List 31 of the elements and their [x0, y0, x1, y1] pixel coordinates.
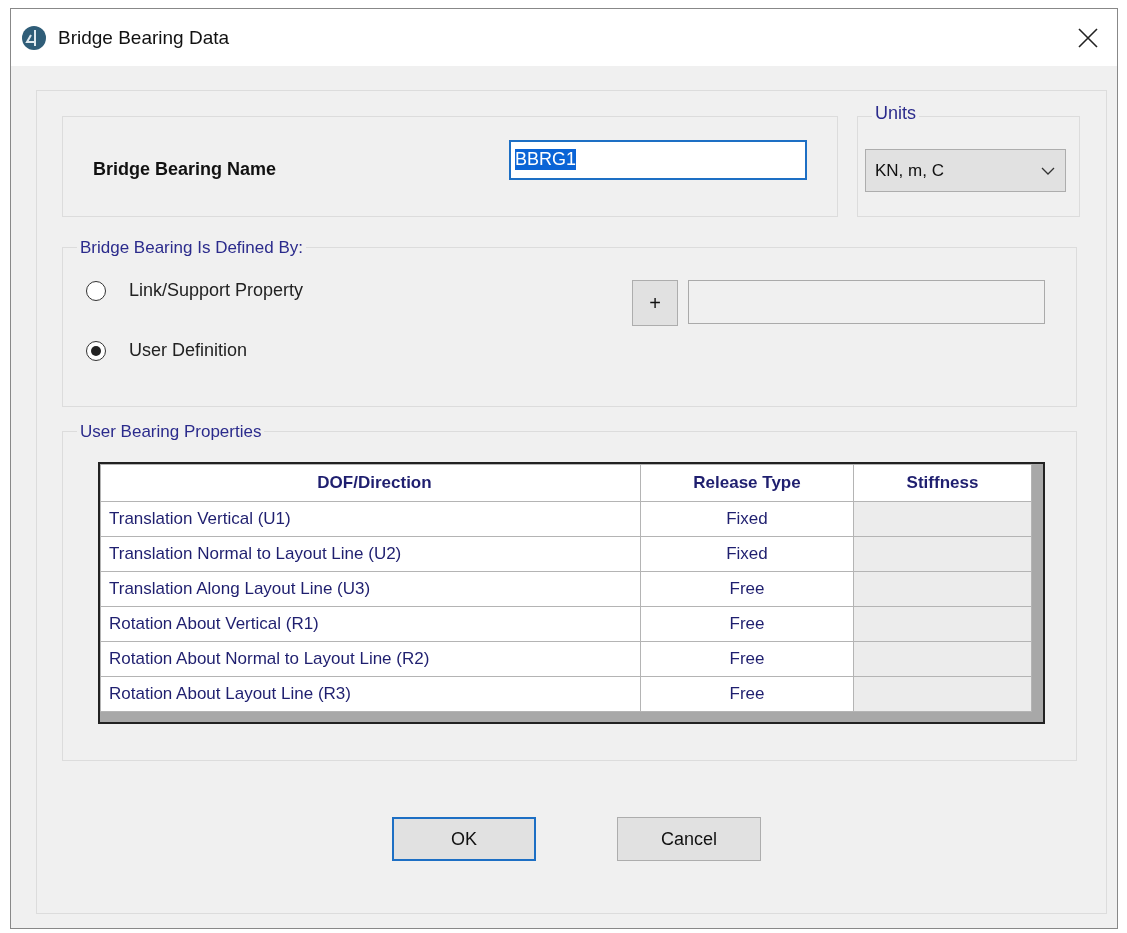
table-cell: Rotation About Layout Line (R3) [100, 676, 641, 712]
radio-label[interactable]: Link/Support Property [129, 280, 304, 301]
table-cell: Free [640, 641, 854, 677]
group-legend: User Bearing Properties [77, 422, 265, 442]
group-legend: Bridge Bearing Is Defined By: [77, 238, 306, 258]
table-cell: Fixed [640, 536, 854, 572]
chevron-down-icon [1041, 166, 1055, 175]
column-header: Release Type [640, 464, 854, 502]
table-cell: Free [640, 606, 854, 642]
dialog-button[interactable]: Cancel [617, 817, 761, 861]
add-button[interactable]: + [632, 280, 678, 326]
app-logo-icon [21, 24, 47, 51]
table-cell: Translation Along Layout Line (U3) [100, 571, 641, 607]
table-cell: Rotation About Normal to Layout Line (R2) [100, 641, 641, 677]
column-header: DOF/Direction [100, 464, 641, 502]
table-cell: Rotation About Vertical (R1) [100, 606, 641, 642]
window-title: Bridge Bearing Data [58, 26, 231, 49]
name-input-field[interactable]: BBRG1 [509, 139, 807, 180]
dialog-button[interactable]: OK [392, 817, 536, 861]
column-header: Stiffness [853, 464, 1032, 502]
field-label: Bridge Bearing Name [93, 159, 278, 180]
table-cell: Free [640, 676, 854, 712]
table-cell: Free [640, 571, 854, 607]
close-icon[interactable] [1077, 26, 1099, 49]
table-cell: Translation Normal to Layout Line (U2) [100, 536, 641, 572]
table-cell: Translation Vertical (U1) [100, 501, 641, 537]
radio-button[interactable] [86, 280, 106, 301]
units-dropdown[interactable]: KN, m, C [865, 149, 1066, 192]
radio-button[interactable] [86, 340, 106, 361]
radio-label[interactable]: User Definition [129, 340, 248, 361]
table-cell: Fixed [640, 501, 854, 537]
